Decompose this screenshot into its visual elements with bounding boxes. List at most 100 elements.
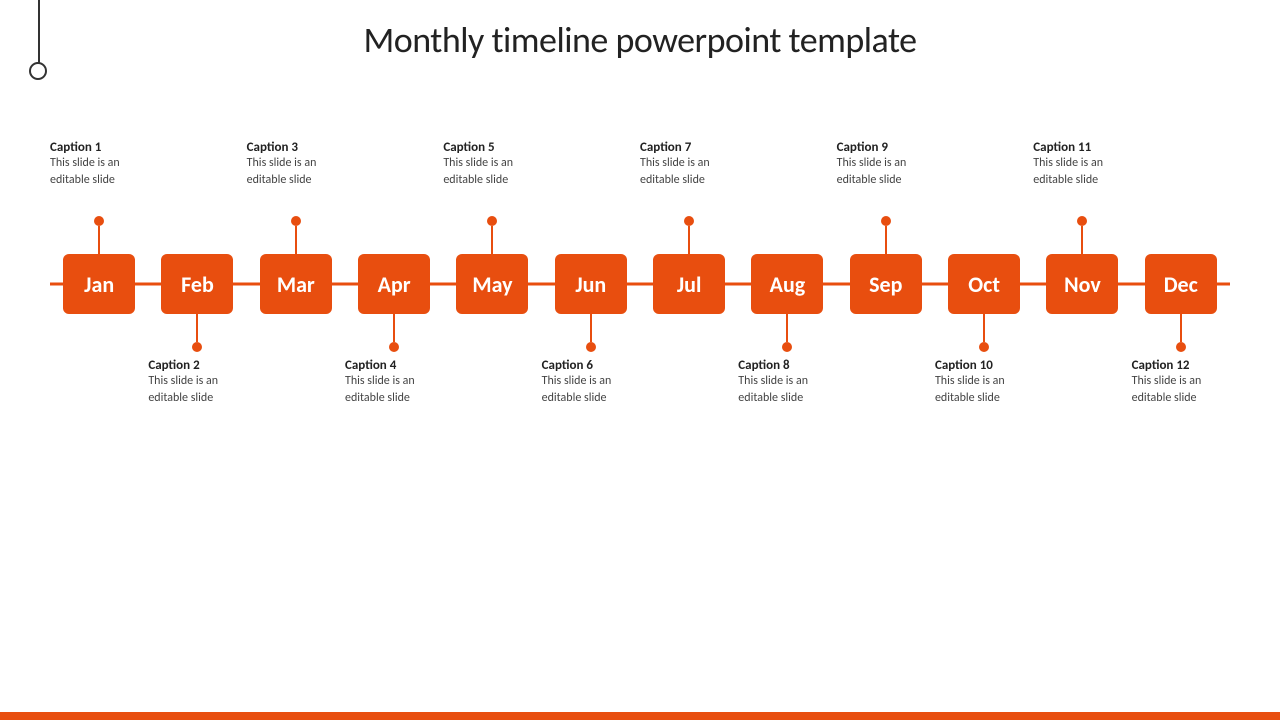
page-title: Monthly timeline powerpoint template [0,18,1280,62]
caption-title: Caption 6 [542,358,593,373]
month-box-mar: Mar [260,254,332,314]
above-connector [881,216,891,254]
caption-body: This slide is an editable slide [542,373,640,407]
month-box-apr: Apr [358,254,430,314]
caption-body: This slide is an editable slide [935,373,1033,407]
caption-body: This slide is an editable slide [50,155,148,189]
caption-title: Caption 12 [1132,358,1190,373]
month-box-dec: Dec [1145,254,1217,314]
caption-title: Caption 9 [837,140,888,155]
caption-title: Caption 2 [148,358,199,373]
caption-body: This slide is an editable slide [247,155,345,189]
caption-title: Caption 8 [738,358,789,373]
month-wrapper-mar: Caption 3This slide is an editable slide… [247,140,345,428]
decorative-circle [29,62,47,80]
connector-dot [586,342,596,352]
caption-below-feb: Caption 2This slide is an editable slide [148,358,246,428]
caption-above-sep: Caption 9This slide is an editable slide [837,140,935,210]
month-wrapper-aug: Aug Caption 8This slide is an editable sl… [738,140,836,428]
connector-dot [881,216,891,226]
caption-below-apr: Caption 4This slide is an editable slide [345,358,443,428]
bottom-accent-bar [0,712,1280,720]
caption-title: Caption 7 [640,140,691,155]
caption-above-nov: Caption 11This slide is an editable slid… [1033,140,1131,210]
above-connector [291,216,301,254]
month-box-jun: Jun [555,254,627,314]
connector-dot [94,216,104,226]
caption-title: Caption 10 [935,358,993,373]
connector-dot [1077,216,1087,226]
below-connector [979,314,989,352]
above-connector [487,216,497,254]
month-wrapper-feb: Feb Caption 2This slide is an editable sl… [148,140,246,428]
connector-line [98,226,100,254]
connector-line [491,226,493,254]
caption-body: This slide is an editable slide [738,373,836,407]
timeline-container: Caption 1This slide is an editable slide… [50,140,1230,428]
month-box-aug: Aug [751,254,823,314]
caption-body: This slide is an editable slide [345,373,443,407]
caption-above-mar: Caption 3This slide is an editable slide [247,140,345,210]
caption-below-oct: Caption 10This slide is an editable slid… [935,358,1033,428]
caption-body: This slide is an editable slide [1033,155,1131,189]
below-connector [782,314,792,352]
connector-dot [1176,342,1186,352]
connector-line [393,314,395,342]
below-connector [192,314,202,352]
caption-above-jul: Caption 7This slide is an editable slide [640,140,738,210]
month-box-sep: Sep [850,254,922,314]
month-wrapper-may: Caption 5This slide is an editable slide… [443,140,541,428]
above-connector [684,216,694,254]
connector-line [1180,314,1182,342]
connector-line [196,314,198,342]
connector-line [1081,226,1083,254]
caption-title: Caption 1 [50,140,101,155]
connector-line [983,314,985,342]
connector-dot [684,216,694,226]
caption-title: Caption 5 [443,140,494,155]
month-box-may: May [456,254,528,314]
connector-dot [389,342,399,352]
connector-dot [291,216,301,226]
below-connector [1176,314,1186,352]
month-box-oct: Oct [948,254,1020,314]
month-box-jul: Jul [653,254,725,314]
month-box-nov: Nov [1046,254,1118,314]
below-connector [586,314,596,352]
connector-line [786,314,788,342]
connector-line [688,226,690,254]
connector-dot [192,342,202,352]
month-box-jan: Jan [63,254,135,314]
caption-body: This slide is an editable slide [837,155,935,189]
month-wrapper-dec: Dec Caption 12This slide is an editable s… [1132,140,1230,428]
caption-body: This slide is an editable slide [443,155,541,189]
caption-below-dec: Caption 12This slide is an editable slid… [1132,358,1230,428]
month-wrapper-sep: Caption 9This slide is an editable slide… [837,140,935,428]
above-connector [94,216,104,254]
connector-line [885,226,887,254]
month-wrapper-apr: Apr Caption 4This slide is an editable sl… [345,140,443,428]
caption-above-jan: Caption 1This slide is an editable slide [50,140,148,210]
month-wrapper-jul: Caption 7This slide is an editable slide… [640,140,738,428]
caption-below-jun: Caption 6This slide is an editable slide [542,358,640,428]
caption-above-may: Caption 5This slide is an editable slide [443,140,541,210]
connector-line [295,226,297,254]
caption-body: This slide is an editable slide [1132,373,1230,407]
connector-dot [782,342,792,352]
above-connector [1077,216,1087,254]
month-box-feb: Feb [161,254,233,314]
month-wrapper-nov: Caption 11This slide is an editable slid… [1033,140,1131,428]
below-connector [389,314,399,352]
caption-body: This slide is an editable slide [640,155,738,189]
month-wrapper-jun: Jun Caption 6This slide is an editable sl… [542,140,640,428]
caption-title: Caption 4 [345,358,396,373]
connector-dot [979,342,989,352]
connector-dot [487,216,497,226]
month-wrapper-jan: Caption 1This slide is an editable slide… [50,140,148,428]
caption-title: Caption 11 [1033,140,1091,155]
connector-line [590,314,592,342]
caption-below-aug: Caption 8This slide is an editable slide [738,358,836,428]
caption-title: Caption 3 [247,140,298,155]
month-wrapper-oct: Oct Caption 10This slide is an editable s… [935,140,1033,428]
caption-body: This slide is an editable slide [148,373,246,407]
